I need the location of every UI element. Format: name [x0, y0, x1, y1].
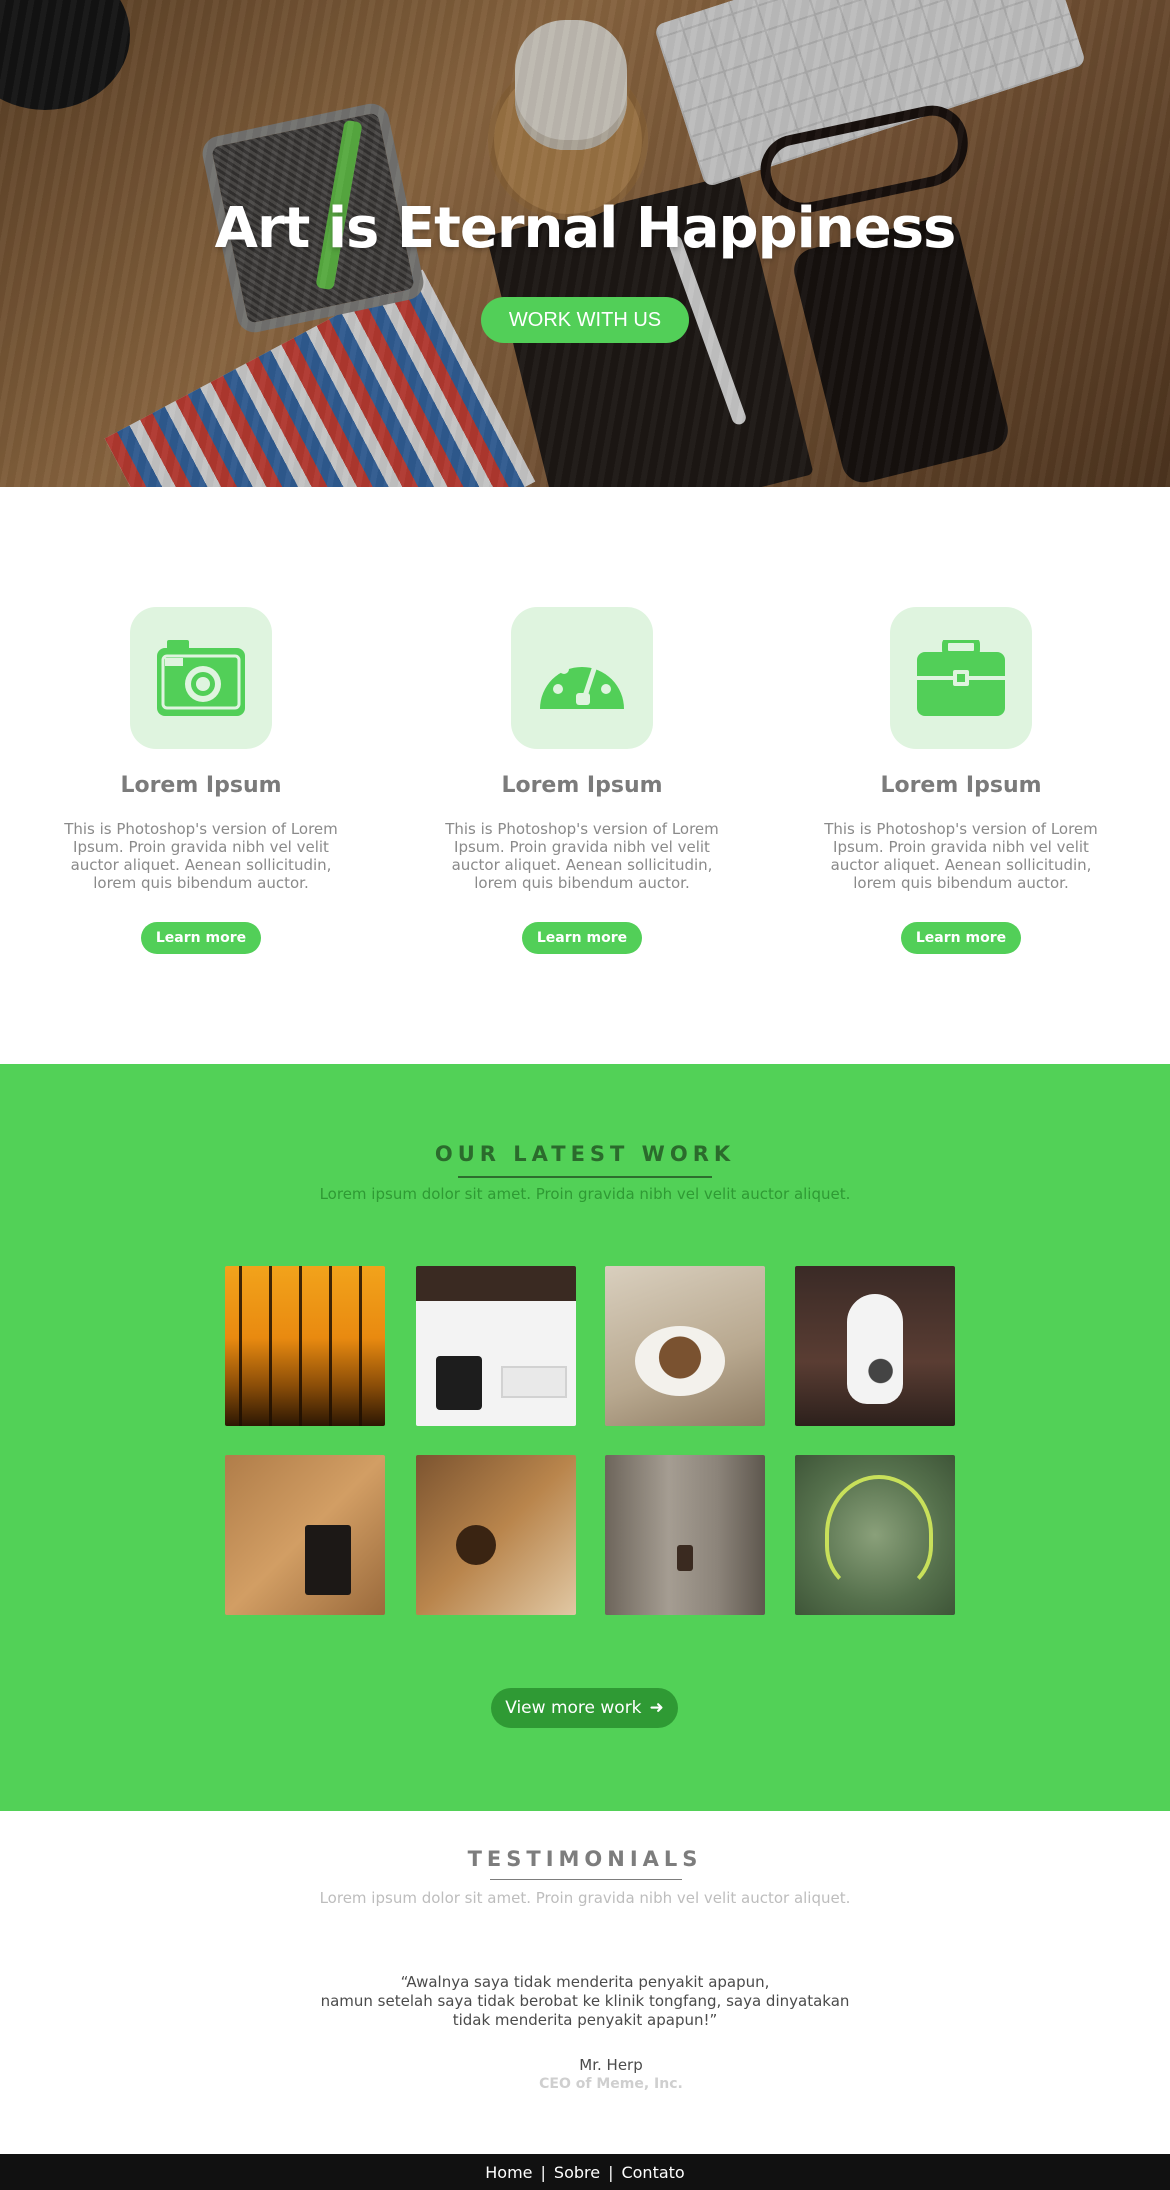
testimonials-section: TESTIMONIALS Lorem ipsum dolor sit amet.… — [0, 1811, 1170, 2154]
briefcase-icon — [917, 640, 1005, 716]
latest-work-section: OUR LATEST WORK Lorem ipsum dolor sit am… — [0, 1064, 1170, 1811]
feature-icon-box — [890, 607, 1032, 749]
footer-link-contato[interactable]: Contato — [621, 2163, 684, 2182]
feature-icon-box — [130, 607, 272, 749]
speedometer-icon — [540, 654, 624, 709]
feature-title: Lorem Ipsum — [120, 773, 282, 798]
footer-link-home[interactable]: Home — [485, 2163, 532, 2182]
portfolio-thumb-ladybug-grass[interactable] — [795, 1455, 955, 1615]
testimonial-quote: “Awalnya saya tidak menderita penyakit a… — [0, 1973, 1170, 2030]
footer-separator: | — [540, 2162, 546, 2182]
features-section: Lorem Ipsum This is Photoshop's version … — [0, 487, 1170, 1064]
work-with-us-button[interactable]: WORK WITH US — [481, 297, 689, 343]
hero-section: Art is Eternal Happiness WORK WITH US — [0, 0, 1170, 487]
view-more-label: View more work — [505, 1698, 642, 1718]
hero-title: Art is Eternal Happiness — [214, 196, 957, 261]
portfolio-thumb-cake-coffee[interactable] — [605, 1266, 765, 1426]
camera-icon — [157, 640, 245, 716]
testimonial-role: CEO of Meme, Inc. — [539, 2076, 683, 2092]
portfolio-thumb-wooden-plank[interactable] — [605, 1455, 765, 1615]
quote-line: tidak menderita penyakit apapun!” — [452, 2011, 718, 2029]
feature-text: This is Photoshop's version of Lorem Ips… — [445, 820, 719, 892]
quote-line: “Awalnya saya tidak menderita penyakit a… — [400, 1973, 770, 1991]
portfolio-thumb-sunset-trees[interactable] — [225, 1266, 385, 1426]
portfolio-thumb-desk-workspace[interactable] — [416, 1266, 576, 1426]
arrow-right-icon: ➜ — [649, 1698, 664, 1718]
learn-more-button[interactable]: Learn more — [141, 922, 261, 954]
feature-card-speedometer: Lorem Ipsum This is Photoshop's version … — [432, 607, 732, 954]
feature-text: This is Photoshop's version of Lorem Ips… — [824, 820, 1098, 892]
section-subtitle: Lorem ipsum dolor sit amet. Proin gravid… — [319, 1889, 851, 1907]
footer: Home | Sobre | Contato — [0, 2154, 1170, 2190]
view-more-work-button[interactable]: View more work ➜ — [491, 1688, 678, 1728]
feature-title: Lorem Ipsum — [501, 773, 663, 798]
portfolio-thumb-kitten[interactable] — [795, 1266, 955, 1426]
feature-card-briefcase: Lorem Ipsum This is Photoshop's version … — [811, 607, 1111, 954]
feature-text: This is Photoshop's version of Lorem Ips… — [64, 820, 338, 892]
footer-link-sobre[interactable]: Sobre — [554, 2163, 600, 2182]
footer-separator: | — [608, 2162, 614, 2182]
learn-more-button[interactable]: Learn more — [901, 922, 1021, 954]
feature-card-camera: Lorem Ipsum This is Photoshop's version … — [51, 607, 351, 954]
title-underline — [458, 1176, 712, 1178]
portfolio-thumb-food-table[interactable] — [416, 1455, 576, 1615]
learn-more-button[interactable]: Learn more — [522, 922, 642, 954]
title-underline — [490, 1879, 682, 1880]
section-title: OUR LATEST WORK — [434, 1142, 736, 1166]
portfolio-thumb-desk-top-view[interactable] — [225, 1455, 385, 1615]
testimonial-author: Mr. Herp — [579, 2056, 643, 2074]
section-subtitle: Lorem ipsum dolor sit amet. Proin gravid… — [319, 1185, 851, 1203]
feature-title: Lorem Ipsum — [880, 773, 1042, 798]
feature-icon-box — [511, 607, 653, 749]
section-title: TESTIMONIALS — [467, 1847, 703, 1871]
quote-line: namun setelah saya tidak berobat ke klin… — [320, 1992, 850, 2010]
